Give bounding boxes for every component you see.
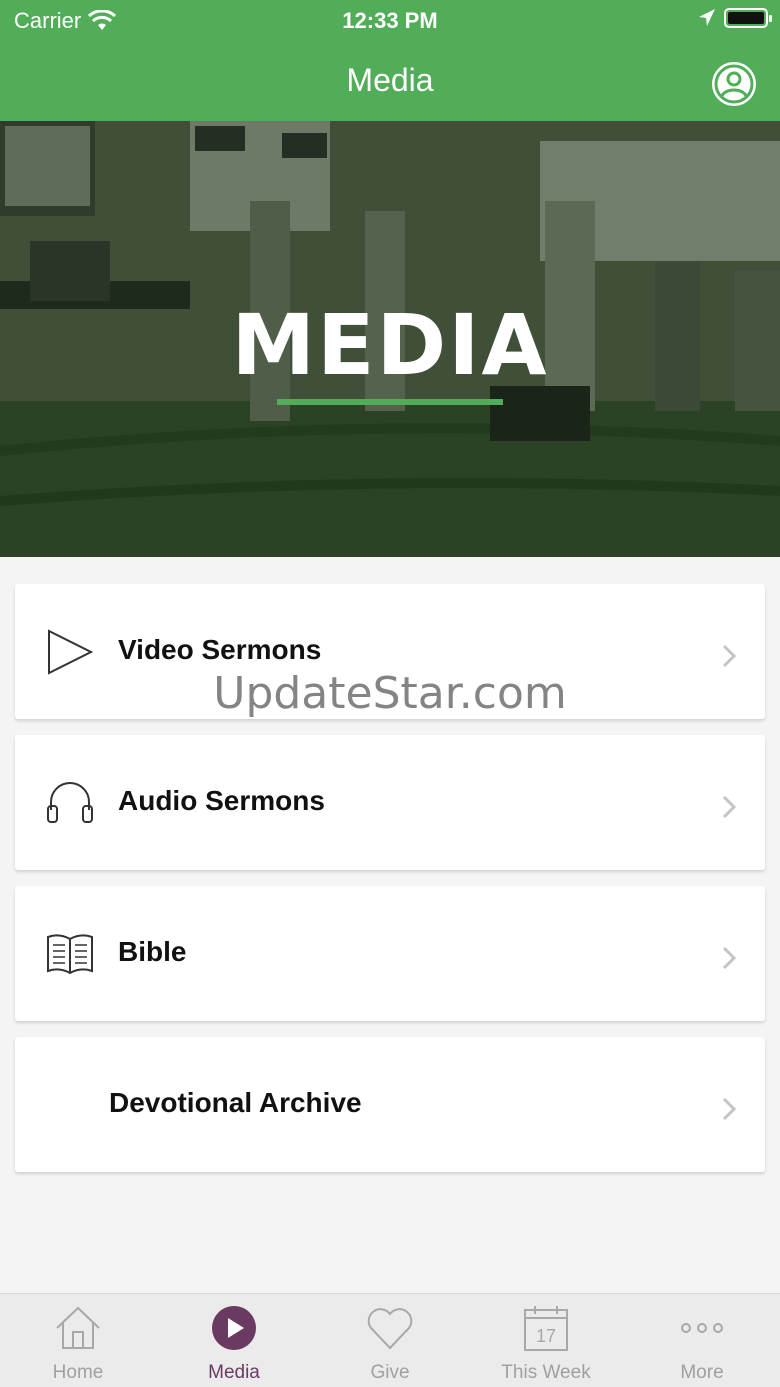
battery-icon: [724, 8, 772, 28]
status-right: [698, 8, 772, 28]
menu-item-devotional-archive[interactable]: Devotional Archive: [15, 1037, 765, 1172]
status-time: 12:33 PM: [342, 8, 438, 33]
tab-label: Media: [208, 1362, 260, 1383]
profile-button[interactable]: [712, 62, 756, 106]
menu-item-label: Audio Sermons: [118, 785, 325, 816]
heart-icon: [367, 1308, 413, 1350]
status-bar: Carrier 12:33 PM: [0, 0, 780, 40]
tab-media[interactable]: Media: [156, 1294, 312, 1387]
header: Carrier 12:33 PM Media: [0, 0, 780, 121]
headphones-icon: [47, 782, 93, 823]
book-icon: [47, 934, 93, 975]
chevron-right-icon: [722, 644, 737, 668]
tab-home[interactable]: Home: [0, 1294, 156, 1387]
watermark: UpdateStar.com: [213, 668, 567, 719]
chevron-right-icon: [722, 1097, 737, 1121]
menu-item-label: Video Sermons: [118, 634, 322, 665]
user-icon: [714, 64, 754, 104]
tab-more[interactable]: More: [624, 1294, 780, 1387]
home-icon: [56, 1306, 100, 1349]
calendar-day: 17: [536, 1326, 556, 1346]
tab-label: More: [680, 1362, 724, 1383]
tab-label: This Week: [501, 1362, 591, 1383]
tab-give[interactable]: Give: [312, 1294, 468, 1387]
chevron-right-icon: [722, 795, 737, 819]
page-title: Media: [346, 62, 434, 98]
hero-underline: [277, 399, 503, 405]
tab-label: Home: [52, 1362, 104, 1383]
menu-item-bible[interactable]: Bible: [15, 886, 765, 1021]
play-circle-icon: [212, 1306, 256, 1350]
more-icon: [681, 1323, 723, 1333]
calendar-icon: 17: [524, 1306, 568, 1351]
location-icon: [699, 9, 715, 26]
tab-bar: Home Media Give 17 This Week More: [0, 1293, 780, 1387]
hero-title: MEDIA: [231, 296, 549, 394]
menu-item-audio-sermons[interactable]: Audio Sermons: [15, 735, 765, 870]
hero-banner: MEDIA: [0, 121, 780, 557]
chevron-right-icon: [722, 946, 737, 970]
tab-this-week[interactable]: 17 This Week: [468, 1294, 624, 1387]
menu-item-label: Bible: [118, 936, 187, 967]
tab-label: Give: [370, 1362, 410, 1383]
menu-item-label: Devotional Archive: [109, 1087, 362, 1118]
